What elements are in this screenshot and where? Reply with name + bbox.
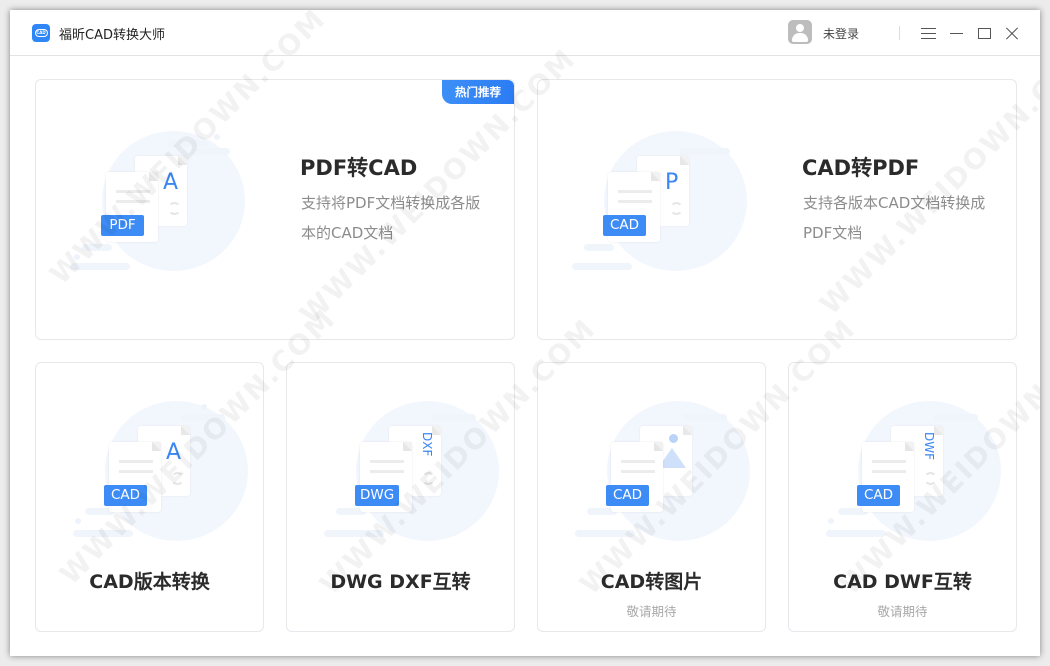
close-icon: [1005, 26, 1019, 40]
hamburger-menu-icon: [920, 27, 936, 39]
cad-to-image-icon: CAD: [573, 396, 750, 546]
refresh-icon: [171, 472, 184, 485]
cad-version-convert-icon: A CAD: [71, 396, 248, 546]
cad-dwf-convert-icon: DWF CAD: [824, 396, 1001, 546]
title-bar: CAD 福昕CAD转换大师 未登录: [10, 10, 1040, 56]
cad-dwf-convert-card[interactable]: DWF CAD CAD DWF互转 敬请期待: [788, 362, 1017, 632]
cad-to-pdf-icon: P CAD: [570, 126, 747, 276]
source-format-tag: CAD: [104, 485, 147, 506]
coming-soon-label: 敬请期待: [877, 604, 928, 619]
target-glyph: A: [163, 170, 179, 195]
card-title: DWG DXF互转: [330, 571, 471, 593]
target-glyph: P: [665, 170, 679, 195]
pdf-to-cad-icon: A PDF: [68, 126, 245, 276]
target-glyph: DXF: [420, 432, 434, 457]
minimize-icon: [949, 32, 963, 34]
maximize-button[interactable]: [973, 22, 995, 44]
minimize-button[interactable]: [945, 22, 967, 44]
maximize-icon: [977, 27, 991, 39]
login-status-link[interactable]: 未登录: [823, 25, 859, 42]
menu-button[interactable]: [917, 22, 939, 44]
card-title: CAD版本转换: [89, 571, 210, 593]
source-format-tag: CAD: [857, 485, 900, 506]
source-format-tag: DWG: [355, 485, 400, 506]
coming-soon-label: 敬请期待: [626, 604, 677, 619]
card-description: 支持将PDF文档转换成各版本的CAD文档: [301, 194, 481, 242]
cad-logo-icon: CAD: [32, 24, 50, 42]
close-button[interactable]: [1001, 22, 1023, 44]
app-title: 福昕CAD转换大师: [59, 28, 165, 43]
cad-to-pdf-card[interactable]: P CAD CAD转PDF 支持各版本CAD文档转换成PDF文档: [537, 79, 1017, 340]
card-title: CAD DWF互转: [833, 571, 972, 593]
source-format-tag: CAD: [603, 215, 646, 236]
cad-version-convert-card[interactable]: A CAD CAD版本转换: [35, 362, 264, 632]
pdf-to-cad-card[interactable]: A PDF 热门推荐 PDF转CAD 支持将PDF文档转换成各版本的CAD文档: [35, 79, 515, 340]
dwg-dxf-convert-icon: DXF DWG: [322, 396, 499, 546]
user-avatar-icon[interactable]: [788, 20, 812, 44]
card-title: CAD转PDF: [802, 156, 920, 180]
dwg-dxf-convert-card[interactable]: DXF DWG DWG DXF互转: [286, 362, 515, 632]
hot-recommend-badge: 热门推荐: [442, 80, 514, 104]
image-icon: [669, 434, 678, 443]
refresh-icon: [924, 472, 937, 485]
refresh-icon: [670, 202, 683, 215]
refresh-icon: [168, 202, 181, 215]
source-format-tag: CAD: [606, 485, 649, 506]
card-title: PDF转CAD: [300, 156, 418, 180]
app-window: CAD 福昕CAD转换大师 未登录 A PDF 热门推荐 PDF转CAD 支持将…: [10, 10, 1040, 656]
target-glyph: DWF: [922, 432, 936, 461]
refresh-icon: [422, 472, 435, 485]
card-description: 支持各版本CAD文档转换成PDF文档: [803, 194, 986, 242]
card-title: CAD转图片: [600, 571, 703, 593]
titlebar-divider: [899, 26, 900, 40]
cad-to-image-card[interactable]: CAD CAD转图片 敬请期待: [537, 362, 766, 632]
source-format-tag: PDF: [101, 215, 144, 236]
target-glyph: A: [166, 440, 182, 465]
